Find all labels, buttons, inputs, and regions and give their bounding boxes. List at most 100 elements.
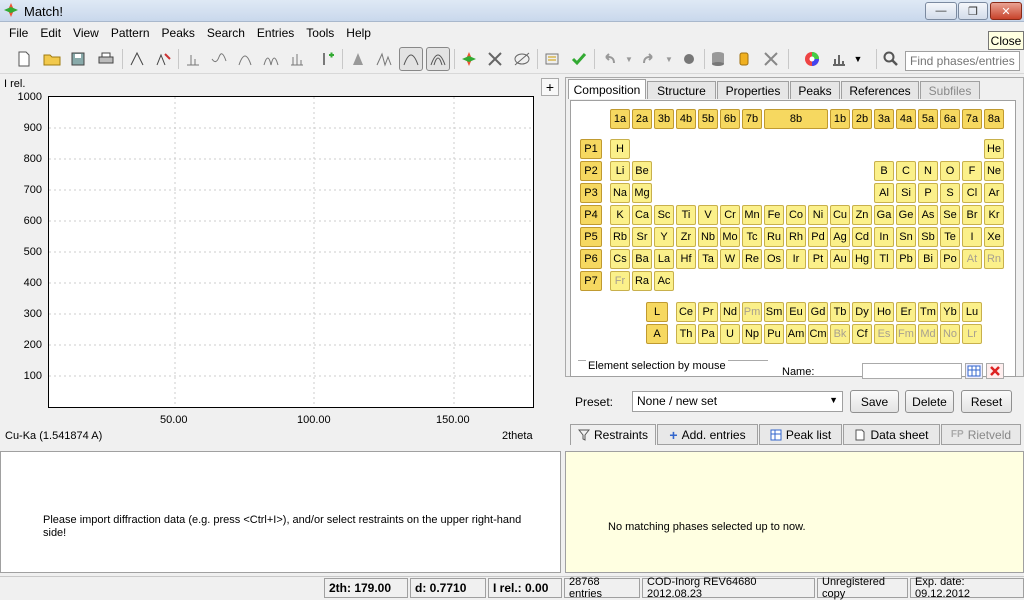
element-Ra[interactable]: Ra	[632, 271, 652, 291]
element-Pd[interactable]: Pd	[808, 227, 828, 247]
element-Zr[interactable]: Zr	[676, 227, 696, 247]
report-icon[interactable]	[540, 47, 564, 71]
element-Dy[interactable]: Dy	[852, 302, 872, 322]
element-Pa[interactable]: Pa	[698, 324, 718, 344]
element-Sn[interactable]: Sn	[896, 227, 916, 247]
profile-fit-icon[interactable]	[233, 47, 257, 71]
menu-view[interactable]: View	[68, 26, 104, 40]
tab-peak-list[interactable]: Peak list	[759, 424, 842, 445]
background-icon[interactable]	[207, 47, 231, 71]
element-Tl[interactable]: Tl	[874, 249, 894, 269]
element-Ca[interactable]: Ca	[632, 205, 652, 225]
element-Al[interactable]: Al	[874, 183, 894, 203]
element-Tm[interactable]: Tm	[918, 302, 938, 322]
element-Hf[interactable]: Hf	[676, 249, 696, 269]
element-Gd[interactable]: Gd	[808, 302, 828, 322]
period-P3[interactable]: P3	[580, 183, 602, 203]
element-Si[interactable]: Si	[896, 183, 916, 203]
element-At[interactable]: At	[962, 249, 982, 269]
element-Ru[interactable]: Ru	[764, 227, 784, 247]
element-Na[interactable]: Na	[610, 183, 630, 203]
period-P4[interactable]: P4	[580, 205, 602, 225]
tab-subfiles[interactable]: Subfiles	[920, 81, 980, 99]
element-Kr[interactable]: Kr	[984, 205, 1004, 225]
element-Th[interactable]: Th	[676, 324, 696, 344]
tab-rietveld[interactable]: FP Rietveld	[941, 424, 1021, 445]
minimize-button[interactable]: —	[925, 2, 957, 20]
element-F[interactable]: F	[962, 161, 982, 181]
element-Ac[interactable]: Ac	[654, 271, 674, 291]
element-Co[interactable]: Co	[786, 205, 806, 225]
element-K[interactable]: K	[610, 205, 630, 225]
element-B[interactable]: B	[874, 161, 894, 181]
database-icon[interactable]	[706, 47, 730, 71]
element-Rb[interactable]: Rb	[610, 227, 630, 247]
element-Sc[interactable]: Sc	[654, 205, 674, 225]
element-Sb[interactable]: Sb	[918, 227, 938, 247]
delete-button[interactable]: Delete	[905, 390, 954, 413]
element-Cm[interactable]: Cm	[808, 324, 828, 344]
tab-references[interactable]: References	[841, 81, 919, 99]
element-H[interactable]: H	[610, 139, 630, 159]
element-Cr[interactable]: Cr	[720, 205, 740, 225]
menu-search[interactable]: Search	[202, 26, 250, 40]
element-Tb[interactable]: Tb	[830, 302, 850, 322]
tab-peaks[interactable]: Peaks	[790, 81, 840, 99]
element-Mn[interactable]: Mn	[742, 205, 762, 225]
element-V[interactable]: V	[698, 205, 718, 225]
accept-check-icon[interactable]	[567, 47, 591, 71]
element-Yb[interactable]: Yb	[940, 302, 960, 322]
element-Ne[interactable]: Ne	[984, 161, 1004, 181]
element-Ge[interactable]: Ge	[896, 205, 916, 225]
color-wheel-icon[interactable]	[800, 47, 824, 71]
element-Eu[interactable]: Eu	[786, 302, 806, 322]
element-Mg[interactable]: Mg	[632, 183, 652, 203]
element-Ni[interactable]: Ni	[808, 205, 828, 225]
menu-tools[interactable]: Tools	[301, 26, 339, 40]
element-S[interactable]: S	[940, 183, 960, 203]
period-P5[interactable]: P5	[580, 227, 602, 247]
element-Cd[interactable]: Cd	[852, 227, 872, 247]
element-Os[interactable]: Os	[764, 249, 784, 269]
element-Fe[interactable]: Fe	[764, 205, 784, 225]
element-Se[interactable]: Se	[940, 205, 960, 225]
delete-x-icon[interactable]	[986, 363, 1004, 379]
period-P6[interactable]: P6	[580, 249, 602, 269]
element-W[interactable]: W	[720, 249, 740, 269]
group-1b[interactable]: 1b	[830, 109, 850, 129]
element-Lr[interactable]: Lr	[962, 324, 982, 344]
peak-shape-toggle-1[interactable]	[399, 47, 423, 71]
tab-restraints[interactable]: Restraints	[570, 424, 656, 445]
table-icon[interactable]	[965, 363, 983, 379]
group-6a[interactable]: 6a	[940, 109, 960, 129]
chart-options-dropdown-icon[interactable]: ▼	[846, 47, 870, 71]
element-Sm[interactable]: Sm	[764, 302, 784, 322]
period-P1[interactable]: P1	[580, 139, 602, 159]
element-Cf[interactable]: Cf	[852, 324, 872, 344]
element-C[interactable]: C	[896, 161, 916, 181]
element-Ce[interactable]: Ce	[676, 302, 696, 322]
element-Rh[interactable]: Rh	[786, 227, 806, 247]
group-5b[interactable]: 5b	[698, 109, 718, 129]
element-Ti[interactable]: Ti	[676, 205, 696, 225]
element-Xe[interactable]: Xe	[984, 227, 1004, 247]
menu-edit[interactable]: Edit	[35, 26, 66, 40]
settings-tools-icon[interactable]	[483, 47, 507, 71]
new-file-icon[interactable]	[12, 47, 36, 71]
element-Ir[interactable]: Ir	[786, 249, 806, 269]
element-Ag[interactable]: Ag	[830, 227, 850, 247]
element-Fr[interactable]: Fr	[610, 271, 630, 291]
element-Ga[interactable]: Ga	[874, 205, 894, 225]
element-P[interactable]: P	[918, 183, 938, 203]
stop-circle-icon[interactable]	[677, 47, 701, 71]
group-5a[interactable]: 5a	[918, 109, 938, 129]
element-Re[interactable]: Re	[742, 249, 762, 269]
element-I[interactable]: I	[962, 227, 982, 247]
element-Tc[interactable]: Tc	[742, 227, 762, 247]
group-8a[interactable]: 8a	[984, 109, 1004, 129]
multi-peak-icon[interactable]	[372, 47, 396, 71]
element-Nb[interactable]: Nb	[698, 227, 718, 247]
element-Rn[interactable]: Rn	[984, 249, 1004, 269]
group-2a[interactable]: 2a	[632, 109, 652, 129]
add-pane-button[interactable]: +	[541, 78, 559, 96]
